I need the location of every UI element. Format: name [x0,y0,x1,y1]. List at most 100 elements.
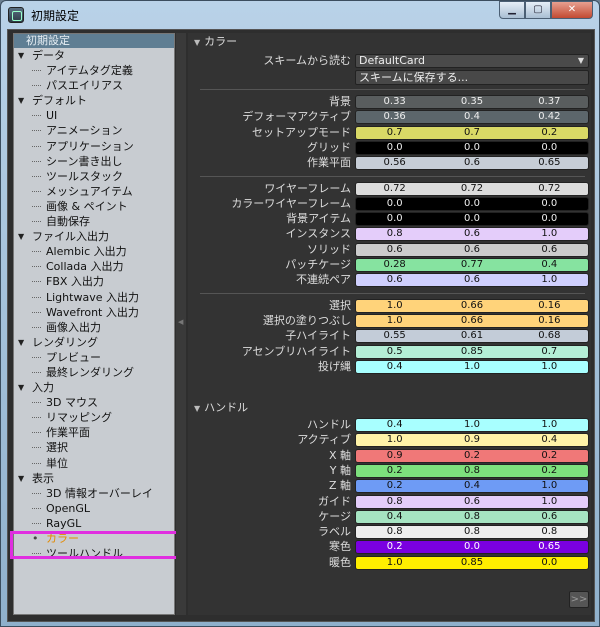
tree-category[interactable]: ▼ 表示 [14,471,174,486]
tree-item[interactable]: 3D 情報オーバーレイ [14,486,174,501]
green-value[interactable]: 0.0 [433,198,510,210]
color-swatch[interactable]: 0.56 0.6 0.65 [355,156,589,171]
tree-category[interactable]: ▼ ファイル入出力 [14,229,174,244]
tree-item[interactable]: 作業平面 [14,425,174,440]
blue-value[interactable]: 0.8 [511,526,588,538]
green-value[interactable]: 0.7 [433,127,510,139]
tree-item[interactable]: アイテムタグ定義 [14,63,174,78]
color-swatch[interactable]: 0.6 0.6 0.6 [355,242,589,257]
blue-value[interactable]: 0.0 [511,142,588,154]
red-value[interactable]: 1.0 [356,557,433,569]
tree-category[interactable]: ▼ 入力 [14,380,174,395]
color-swatch[interactable]: 0.8 0.6 1.0 [355,494,589,509]
blue-value[interactable]: 0.0 [511,213,588,225]
red-value[interactable]: 0.56 [356,157,433,169]
red-value[interactable]: 0.0 [356,213,433,225]
color-swatch[interactable]: 0.55 0.61 0.68 [355,329,589,344]
green-value[interactable]: 0.0 [433,142,510,154]
color-swatch[interactable]: 1.0 0.85 0.0 [355,555,589,570]
tree-item[interactable]: Lightwave 入出力 [14,290,174,305]
color-swatch[interactable]: 0.8 0.8 0.8 [355,525,589,540]
color-swatch[interactable]: 0.8 0.6 1.0 [355,227,589,242]
green-value[interactable]: 0.4 [433,480,510,492]
blue-value[interactable]: 0.6 [511,244,588,256]
color-swatch[interactable]: 0.6 0.6 1.0 [355,273,589,288]
blue-value[interactable]: 0.6 [511,511,588,523]
blue-value[interactable]: 0.4 [511,259,588,271]
green-value[interactable]: 0.6 [433,228,510,240]
color-swatch[interactable]: 1.0 0.9 0.4 [355,433,589,448]
red-value[interactable]: 0.4 [356,419,433,431]
color-swatch[interactable]: 0.33 0.35 0.37 [355,95,589,109]
green-value[interactable]: 0.0 [433,213,510,225]
color-swatch[interactable]: 0.28 0.77 0.4 [355,258,589,272]
green-value[interactable]: 0.72 [433,183,510,195]
tree-item[interactable]: Collada 入出力 [14,259,174,274]
expand-triangle-icon[interactable]: ▼ [18,93,24,108]
tree-item[interactable]: パスエイリアス [14,78,174,93]
expand-triangle-icon[interactable]: ▼ [18,48,24,63]
red-value[interactable]: 0.7 [356,127,433,139]
green-value[interactable]: 0.66 [433,300,510,312]
red-value[interactable]: 1.0 [356,300,433,312]
green-value[interactable]: 0.85 [433,557,510,569]
red-value[interactable]: 0.9 [356,450,433,462]
blue-value[interactable]: 0.72 [511,183,588,195]
section-header-handles[interactable]: ▼ ハンドル [188,401,591,415]
green-value[interactable]: 1.0 [433,419,510,431]
tree-item[interactable]: 単位 [14,456,174,471]
tree-item[interactable]: リマッピング [14,410,174,425]
blue-value[interactable]: 1.0 [511,228,588,240]
color-swatch[interactable]: 0.72 0.72 0.72 [355,181,589,196]
green-value[interactable]: 0.0 [433,541,510,553]
tree-item[interactable]: アニメーション [14,123,174,138]
red-value[interactable]: 0.0 [356,198,433,210]
green-value[interactable]: 0.61 [433,330,510,342]
color-swatch[interactable]: 0.0 0.0 0.0 [355,196,589,211]
tree-item[interactable]: RayGL [14,516,174,531]
tree-item[interactable]: 自動保存 [14,214,174,229]
green-value[interactable]: 0.85 [433,346,510,358]
red-value[interactable]: 0.8 [356,228,433,240]
tree-item[interactable]: シーン書き出し [14,154,174,169]
tree-item[interactable]: 画像 & ペイント [14,199,174,214]
expand-triangle-icon[interactable]: ▼ [18,471,24,486]
tree-item[interactable]: OpenGL [14,501,174,516]
red-value[interactable]: 0.33 [356,96,433,108]
red-value[interactable]: 0.0 [356,142,433,154]
red-value[interactable]: 0.6 [356,274,433,286]
blue-value[interactable]: 1.0 [511,480,588,492]
blue-value[interactable]: 0.0 [511,198,588,210]
save-scheme-button[interactable]: スキームに保存する... [355,70,589,85]
color-swatch[interactable]: 0.0 0.0 0.0 [355,212,589,227]
color-swatch[interactable]: 0.9 0.2 0.2 [355,448,589,463]
green-value[interactable]: 0.8 [433,465,510,477]
red-value[interactable]: 0.8 [356,496,433,508]
scheme-dropdown[interactable]: DefaultCard ▼ [355,54,589,68]
green-value[interactable]: 0.6 [433,244,510,256]
blue-value[interactable]: 0.65 [511,157,588,169]
tree-item[interactable]: 最終レンダリング [14,365,174,380]
color-swatch[interactable]: 0.2 0.4 1.0 [355,479,589,494]
tree-item[interactable]: ツールスタック [14,169,174,184]
red-value[interactable]: 0.5 [356,346,433,358]
tree-category[interactable]: ▼ デフォルト [14,93,174,108]
maximize-icon[interactable]: ▢ [525,1,551,19]
green-value[interactable]: 0.6 [433,496,510,508]
tree-item[interactable]: Wavefront 入出力 [14,305,174,320]
red-value[interactable]: 0.2 [356,465,433,477]
green-value[interactable]: 0.77 [433,259,510,271]
tree-item[interactable]: ツールハンドル [14,546,174,561]
blue-value[interactable]: 1.0 [511,361,588,373]
color-swatch[interactable]: 1.0 0.66 0.16 [355,298,589,313]
red-value[interactable]: 0.28 [356,259,433,271]
tree-item[interactable]: FBX 入出力 [14,274,174,289]
blue-value[interactable]: 0.4 [511,434,588,446]
tree-item[interactable]: メッシュアイテム [14,184,174,199]
blue-value[interactable]: 0.2 [511,465,588,477]
green-value[interactable]: 0.6 [433,157,510,169]
panel-splitter[interactable]: ◀ [176,33,186,615]
expand-triangle-icon[interactable]: ▼ [18,229,24,244]
red-value[interactable]: 0.72 [356,183,433,195]
green-value[interactable]: 0.4 [433,111,510,123]
